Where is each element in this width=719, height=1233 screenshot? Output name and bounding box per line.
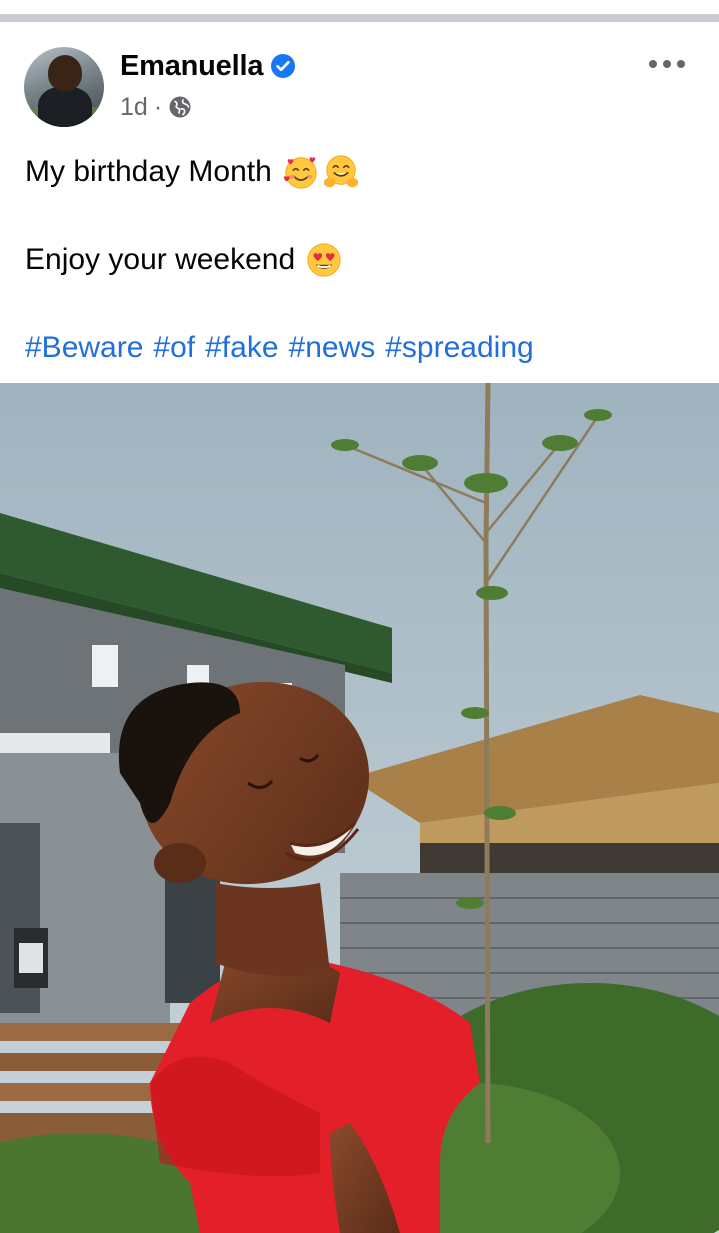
globe-icon[interactable] bbox=[168, 95, 192, 119]
author-row: Emanuella bbox=[120, 48, 296, 84]
post-line-text: My birthday Month bbox=[25, 155, 272, 188]
more-options-button[interactable] bbox=[649, 52, 685, 76]
hashtag-link[interactable]: #news bbox=[289, 326, 376, 370]
post-line: My birthday Month bbox=[25, 150, 695, 194]
author-name[interactable]: Emanuella bbox=[120, 50, 263, 83]
photo-scene bbox=[0, 383, 719, 1233]
post-line: Enjoy your weekend bbox=[25, 238, 695, 282]
hashtag-link[interactable]: #of bbox=[153, 326, 195, 370]
hugging-face-emoji bbox=[323, 155, 358, 188]
heart-eyes-emoji bbox=[307, 243, 341, 277]
hashtag-row: #Beware #of #fake #news #spreading bbox=[25, 326, 695, 370]
smiling-face-with-hearts-emoji bbox=[283, 157, 317, 189]
post-time[interactable]: 1d bbox=[120, 93, 148, 122]
hashtag-link[interactable]: #Beware bbox=[25, 326, 143, 370]
meta-separator: · bbox=[153, 92, 163, 121]
hashtag-link[interactable]: #spreading bbox=[385, 326, 533, 370]
feed-divider bbox=[0, 14, 719, 22]
more-horizontal-icon bbox=[649, 60, 657, 68]
author-avatar[interactable] bbox=[24, 47, 104, 127]
hashtag-link[interactable]: #fake bbox=[205, 326, 278, 370]
post-body: My birthday Month Enjoy your weekend #Be… bbox=[25, 150, 695, 370]
post-header: Emanuella 1d · bbox=[0, 22, 719, 132]
post-meta: 1d · bbox=[120, 92, 192, 122]
post-photo[interactable] bbox=[0, 383, 719, 1233]
post-line-text: Enjoy your weekend bbox=[25, 243, 296, 276]
verified-badge-icon bbox=[271, 54, 296, 78]
